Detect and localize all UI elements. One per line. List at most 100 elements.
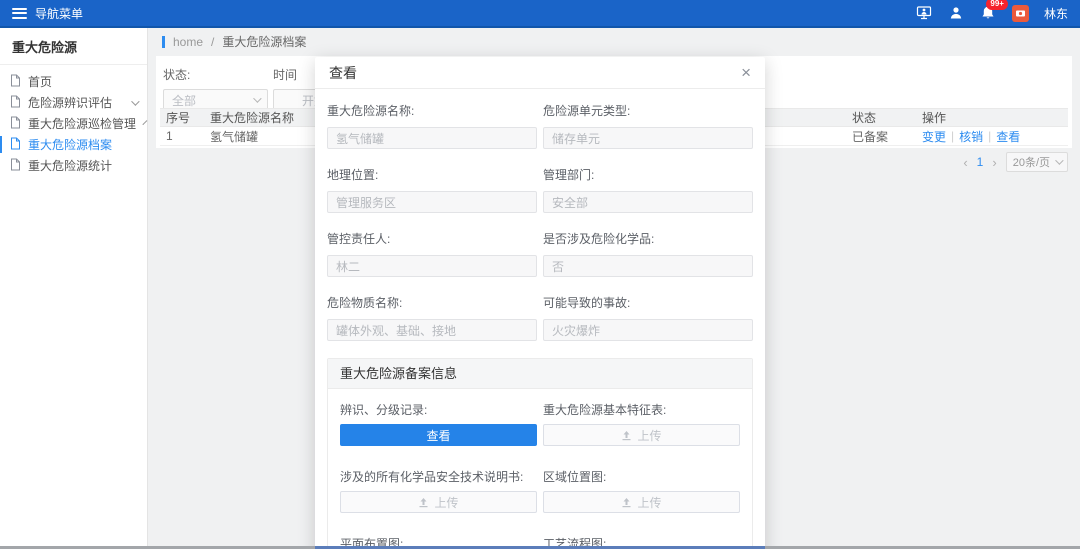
username-label[interactable]: 林东	[1044, 5, 1068, 22]
involves-chemicals-input[interactable]	[543, 255, 753, 277]
responsible-person-input[interactable]	[327, 255, 537, 277]
field-label: 危险物质名称:	[327, 294, 537, 311]
upload-icon	[418, 497, 429, 508]
avatar[interactable]	[1012, 5, 1029, 22]
bell-icon[interactable]: 99+	[980, 5, 997, 22]
upload-feature-table-button[interactable]: 上传	[543, 424, 740, 446]
notification-badge: 99+	[986, 0, 1008, 10]
field-label: 涉及的所有化学品安全技术说明书:	[340, 468, 537, 485]
dialog-header: 查看 ×	[315, 57, 765, 89]
document-icon	[10, 137, 21, 153]
sidebar-item-label: 重大危险源统计	[28, 157, 112, 174]
upload-button-label: 上传	[637, 427, 661, 444]
page-size-select[interactable]: 20条/页	[1006, 152, 1068, 172]
status-filter: 状态: 全部	[163, 66, 268, 111]
action-change-link[interactable]: 变更	[922, 128, 946, 145]
document-icon	[10, 74, 21, 90]
field-responsible-person: 管控责任人:	[327, 230, 537, 277]
sidebar-item-label: 重大危险源巡检管理	[28, 115, 136, 132]
action-writeoff-link[interactable]: 核销	[959, 128, 983, 145]
document-icon	[10, 116, 21, 132]
table-header-index: 序号	[160, 109, 204, 126]
location-input[interactable]	[327, 191, 537, 213]
hamburger-menu-icon[interactable]	[12, 8, 27, 19]
section-title: 重大危险源备案信息	[328, 359, 752, 389]
section-grid: 辨识、分级记录: 查看 重大危险源基本特征表: 上传 涉及的所有化学品安全技术说…	[340, 401, 740, 549]
upload-msds-button[interactable]: 上传	[340, 491, 537, 513]
field-label: 管控责任人:	[327, 230, 537, 247]
chevron-down-icon	[131, 97, 139, 105]
record-info-section: 重大危险源备案信息 辨识、分级记录: 查看 重大危险源基本特征表: 上传	[327, 358, 753, 549]
sidebar-title: 重大危险源	[0, 28, 147, 65]
field-location: 地理位置:	[327, 166, 537, 213]
table-header-actions: 操作	[916, 109, 1068, 126]
nav-menu-label[interactable]: 导航菜单	[35, 5, 83, 22]
sidebar-item-hazard-archive[interactable]: 重大危险源档案	[0, 134, 147, 155]
field-label: 重大危险源基本特征表:	[543, 401, 740, 418]
action-view-link[interactable]: 查看	[996, 128, 1020, 145]
dialog-body: 重大危险源名称: 危险源单元类型: 地理位置: 管理部门: 管控责任人:	[315, 89, 765, 549]
hazard-name-input[interactable]	[327, 127, 537, 149]
chevron-down-icon	[253, 94, 261, 102]
field-department: 管理部门:	[543, 166, 753, 213]
sidebar-item-home[interactable]: 首页	[0, 71, 147, 92]
page-size-value: 20条/页	[1013, 154, 1050, 170]
user-icon[interactable]	[948, 5, 965, 22]
upload-button-label: 上传	[637, 494, 661, 511]
field-label: 辨识、分级记录:	[340, 401, 537, 418]
status-select-value: 全部	[172, 92, 196, 109]
field-substance-name: 危险物质名称:	[327, 294, 537, 341]
breadcrumb-separator: /	[211, 35, 214, 49]
chevron-down-icon	[142, 120, 147, 125]
topbar-right: 99+ 林东	[916, 5, 1068, 22]
field-label: 地理位置:	[327, 166, 537, 183]
sidebar-item-label: 首页	[28, 73, 52, 90]
sidebar-menu: 首页 危险源辨识评估 重大危险源巡检管理 重大危险源档案 重大危险源统计	[0, 65, 147, 176]
unit-type-input[interactable]	[543, 127, 753, 149]
breadcrumb: home / 重大危险源档案	[162, 33, 306, 50]
breadcrumb-home[interactable]: home	[173, 35, 203, 49]
close-icon[interactable]: ×	[741, 64, 751, 81]
item-feature-table: 重大危险源基本特征表: 上传	[543, 401, 740, 446]
monitor-user-icon[interactable]	[916, 5, 933, 22]
sidebar: 重大危险源 首页 危险源辨识评估 重大危险源巡检管理 重大危险源档案	[0, 28, 148, 549]
top-navbar: 导航菜单 99+ 林东	[0, 0, 1080, 28]
cell-index: 1	[160, 129, 204, 143]
sidebar-item-inspection-management[interactable]: 重大危险源巡检管理	[0, 113, 147, 134]
prev-page-button[interactable]: ‹	[963, 155, 967, 170]
field-unit-type: 危险源单元类型:	[543, 102, 753, 149]
field-label: 重大危险源名称:	[327, 102, 537, 119]
cell-status: 已备案	[846, 128, 916, 145]
sidebar-item-label: 危险源辨识评估	[28, 94, 112, 111]
sidebar-item-hazard-identification[interactable]: 危险源辨识评估	[0, 92, 147, 113]
breadcrumb-tick	[162, 36, 165, 48]
field-label: 管理部门:	[543, 166, 753, 183]
section-body: 辨识、分级记录: 查看 重大危险源基本特征表: 上传 涉及的所有化学品安全技术说…	[328, 389, 752, 549]
field-label: 危险源单元类型:	[543, 102, 753, 119]
department-input[interactable]	[543, 191, 753, 213]
status-filter-label: 状态:	[163, 66, 268, 83]
field-label: 可能导致的事故:	[543, 294, 753, 311]
breadcrumb-current: 重大危险源档案	[222, 33, 306, 50]
upload-button-label: 上传	[434, 494, 458, 511]
document-icon	[10, 95, 21, 111]
field-label: 是否涉及危险化学品:	[543, 230, 753, 247]
document-icon	[10, 158, 21, 174]
page-number[interactable]: 1	[977, 155, 984, 169]
possible-accident-input[interactable]	[543, 319, 753, 341]
substance-name-input[interactable]	[327, 319, 537, 341]
item-grading-record: 辨识、分级记录: 查看	[340, 401, 537, 446]
action-separator: |	[988, 129, 991, 143]
field-possible-accident: 可能导致的事故:	[543, 294, 753, 341]
pagination: ‹ 1 › 20条/页	[963, 152, 1068, 172]
upload-icon	[621, 430, 632, 441]
view-record-button[interactable]: 查看	[340, 424, 537, 446]
active-indicator	[0, 136, 2, 153]
field-hazard-name: 重大危险源名称:	[327, 102, 537, 149]
item-msds: 涉及的所有化学品安全技术说明书: 上传	[340, 468, 537, 513]
next-page-button[interactable]: ›	[992, 155, 996, 170]
sidebar-item-hazard-statistics[interactable]: 重大危险源统计	[0, 155, 147, 176]
upload-area-map-button[interactable]: 上传	[543, 491, 740, 513]
sidebar-item-label: 重大危险源档案	[28, 136, 112, 153]
upload-icon	[621, 497, 632, 508]
